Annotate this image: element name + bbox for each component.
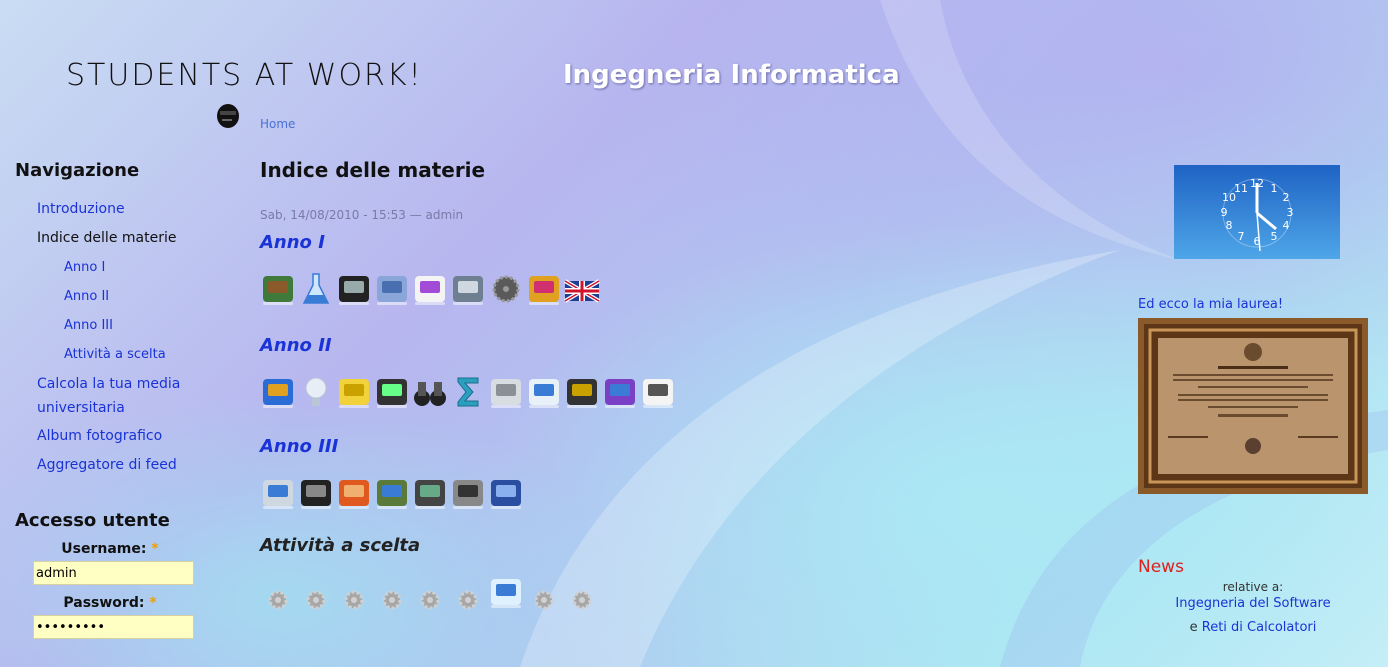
lightbulb-icon[interactable]	[298, 374, 334, 410]
fingerprint-icon[interactable]	[450, 475, 486, 511]
java-icon[interactable]	[336, 475, 372, 511]
password-label: Password: *	[63, 595, 157, 611]
login-title: Accesso utente	[15, 510, 170, 531]
c-file-icon[interactable]	[640, 374, 676, 410]
nav-item-calcola-media[interactable]: Calcola la tua media universitaria	[15, 369, 187, 422]
news-link-software[interactable]: Ingegneria del Software	[1138, 592, 1368, 616]
chip-icon[interactable]	[564, 374, 600, 410]
gear-small-icon[interactable]	[564, 574, 600, 610]
news-link-reti[interactable]: Reti di Calcolatori	[1202, 620, 1317, 635]
battery-icon[interactable]	[336, 374, 372, 410]
gear-small-icon[interactable]	[298, 574, 334, 610]
svg-text:8: 8	[1226, 219, 1233, 232]
gear-small-icon[interactable]	[450, 574, 486, 610]
section-anno-3: Anno III	[260, 436, 820, 511]
circuit-icon[interactable]	[298, 475, 334, 511]
svg-text:7: 7	[1238, 230, 1245, 243]
username-input[interactable]	[33, 561, 194, 585]
site-title[interactable]: Ingegneria Informatica	[563, 60, 900, 90]
section-title: Anno II	[260, 335, 332, 356]
bezier-curve-icon[interactable]	[412, 271, 448, 307]
breadcrumb-home[interactable]: Home	[260, 117, 295, 131]
icon-row	[260, 467, 820, 511]
gear-icon[interactable]	[488, 271, 524, 307]
nav-item-aggregatore-feed[interactable]: Aggregatore di feed	[15, 451, 215, 480]
navigation-title: Navigazione	[15, 160, 140, 181]
site-logo[interactable]: STUDENTS AT WORK!	[66, 58, 423, 93]
gear-small-icon[interactable]	[374, 574, 410, 610]
oscilloscope-icon[interactable]	[374, 374, 410, 410]
svg-text:4: 4	[1283, 219, 1290, 232]
nav-item-album-fotografico[interactable]: Album fotografico	[15, 422, 215, 451]
gear-small-icon[interactable]	[526, 574, 562, 610]
news-text-cut: relative a:	[1222, 582, 1284, 592]
section-title: Anno III	[260, 436, 339, 457]
clock-icon: 1212 345 678 91011	[1174, 165, 1340, 259]
navigation-block: Navigazione Introduzione Indice delle ma…	[15, 160, 215, 480]
nav-item-anno-2[interactable]: Anno II	[15, 282, 215, 311]
submitted-info: Sab, 14/08/2010 - 15:53 — admin	[260, 208, 464, 222]
document-icon[interactable]	[488, 574, 524, 610]
section-anno-1: Anno I	[260, 232, 820, 307]
terminal-icon[interactable]	[336, 271, 372, 307]
grid-cube-icon[interactable]	[488, 475, 524, 511]
binoculars-icon[interactable]	[412, 374, 448, 410]
svg-text:2: 2	[1283, 191, 1290, 204]
icon-row	[260, 263, 820, 307]
svg-text:11: 11	[1234, 182, 1248, 195]
news-content: relative a: Ingegneria del Software e Re…	[1138, 582, 1368, 640]
network-computer-icon[interactable]	[260, 475, 296, 511]
password-input[interactable]	[33, 615, 194, 639]
nav-item-anno-1[interactable]: Anno I	[15, 253, 215, 282]
cpp-icon[interactable]	[602, 374, 638, 410]
settings-list-icon[interactable]	[526, 374, 562, 410]
svg-text:9: 9	[1221, 206, 1228, 219]
laurea-caption: Ed ecco la mia laurea!	[1138, 297, 1284, 312]
section-attivita-scelta: Attività a scelta	[260, 535, 820, 610]
news-line-reti: e Reti di Calcolatori	[1189, 620, 1317, 635]
section-anno-2: Anno II	[260, 335, 820, 410]
toy-blocks-icon[interactable]	[526, 271, 562, 307]
nav-item-anno-3[interactable]: Anno III	[15, 311, 215, 340]
nav-item-introduzione[interactable]: Introduzione	[15, 195, 215, 224]
icon-row	[260, 566, 820, 610]
diploma-image[interactable]	[1138, 318, 1368, 494]
required-marker: *	[149, 595, 157, 611]
gear-small-icon[interactable]	[336, 574, 372, 610]
section-title: Attività a scelta	[260, 535, 421, 556]
news-title: News	[1138, 557, 1184, 577]
page-title: Indice delle materie	[260, 158, 486, 182]
avatar-icon	[217, 104, 239, 128]
svg-text:5: 5	[1271, 230, 1278, 243]
flask-icon[interactable]	[298, 271, 334, 307]
svg-text:1: 1	[1271, 182, 1278, 195]
chalkboard-icon[interactable]	[260, 271, 296, 307]
robot-icon[interactable]	[374, 475, 410, 511]
image-edit-icon[interactable]	[450, 271, 486, 307]
geometry-icon[interactable]	[374, 271, 410, 307]
svg-text:3: 3	[1287, 206, 1294, 219]
nav-item-attivita-scelta[interactable]: Attività a scelta	[15, 340, 215, 369]
username-label: Username: *	[61, 541, 159, 557]
laptop-icon[interactable]	[412, 475, 448, 511]
gear-small-icon[interactable]	[260, 574, 296, 610]
required-marker: *	[151, 541, 159, 557]
sigma-icon[interactable]	[450, 374, 486, 410]
chart-icon[interactable]	[260, 374, 296, 410]
section-title: Anno I	[260, 232, 325, 253]
main-content: Indice delle materie Sab, 14/08/2010 - 1…	[260, 158, 820, 610]
uk-flag-icon[interactable]	[564, 271, 600, 307]
icon-row	[260, 366, 820, 410]
nav-item-indice-materie[interactable]: Indice delle materie	[15, 224, 215, 253]
login-block: Accesso utente Username: * Password: *	[15, 510, 205, 639]
database-icon[interactable]	[488, 374, 524, 410]
gear-small-icon[interactable]	[412, 574, 448, 610]
